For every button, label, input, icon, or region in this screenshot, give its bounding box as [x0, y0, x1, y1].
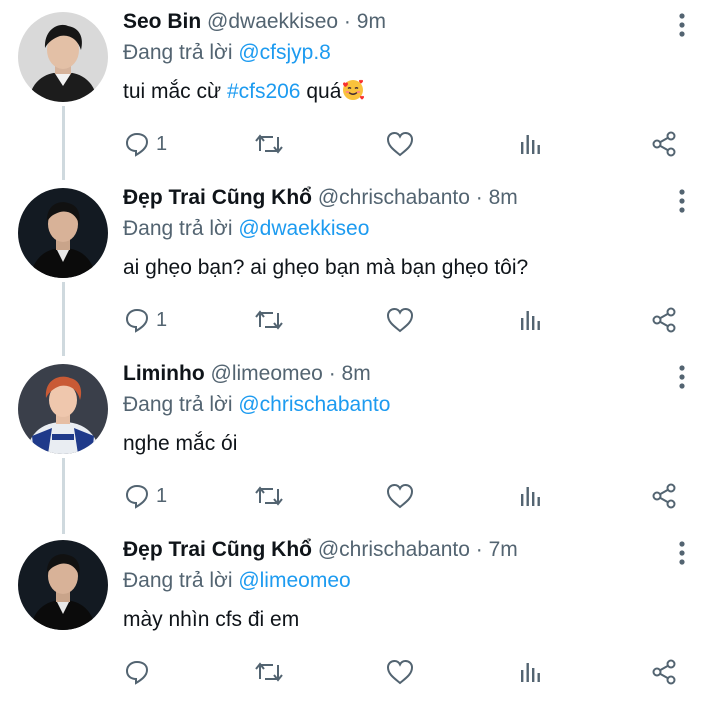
more-options-icon[interactable]: [672, 538, 692, 568]
analytics-icon: [521, 311, 540, 330]
tweet[interactable]: Đẹp Trai Cũng Khổ @chrischabanto · 7m Đa…: [0, 532, 720, 708]
replying-to-label: Đang trả lời: [123, 569, 233, 592]
replying-to-label: Đang trả lời: [123, 217, 233, 240]
tweet-text-part: quá: [306, 80, 342, 103]
mention-link[interactable]: @chrischabanto: [238, 393, 390, 416]
reply-icon: [125, 132, 149, 157]
analytics-button[interactable]: [519, 304, 543, 336]
user-handle[interactable]: @dwaekkiseo: [207, 10, 338, 33]
more-options-icon[interactable]: [672, 10, 692, 40]
tweet-text: nghe mắc ói: [123, 432, 238, 455]
reply-icon: [125, 660, 149, 685]
tweet-actions: 1: [0, 304, 720, 336]
retweet-button[interactable]: [254, 656, 284, 688]
like-button[interactable]: [386, 480, 414, 512]
mention-link[interactable]: @cfsjyp.8: [238, 41, 331, 64]
separator-dot: ·: [343, 10, 351, 33]
reply-button[interactable]: 1: [124, 128, 167, 160]
heart-icon: [386, 483, 414, 509]
tweet-actions: [0, 656, 720, 688]
timestamp[interactable]: 7m: [489, 538, 518, 561]
retweet-button[interactable]: [254, 128, 284, 160]
avatar[interactable]: [18, 364, 108, 454]
share-button[interactable]: [650, 304, 678, 336]
user-handle[interactable]: @chrischabanto: [318, 186, 470, 209]
replying-to: Đang trả lời @dwaekkiseo: [123, 214, 369, 244]
replying-to: Đang trả lời @limeomeo: [123, 566, 351, 596]
analytics-button[interactable]: [519, 128, 543, 160]
retweet-icon: [255, 662, 283, 682]
separator-dot: ·: [475, 186, 483, 209]
hashtag-link[interactable]: #cfs206: [227, 80, 301, 103]
separator-dot: ·: [475, 538, 483, 561]
retweet-icon: [255, 486, 283, 506]
tweet-text-part: tui mắc cừ: [123, 80, 222, 103]
avatar[interactable]: [18, 12, 108, 102]
replying-to: Đang trả lời @cfsjyp.8: [123, 38, 331, 68]
avatar[interactable]: [18, 540, 108, 630]
heart-icon: [386, 131, 414, 157]
share-icon: [652, 483, 676, 509]
separator-dot: ·: [328, 362, 336, 385]
tweet[interactable]: Liminho @limeomeo · 8m Đang trả lời @chr…: [0, 356, 720, 532]
mention-link[interactable]: @limeomeo: [238, 569, 350, 592]
replying-to: Đang trả lời @chrischabanto: [123, 390, 390, 420]
user-handle[interactable]: @chrischabanto: [318, 538, 470, 561]
share-button[interactable]: [650, 128, 678, 160]
like-button[interactable]: [386, 128, 414, 160]
reply-button[interactable]: 1: [124, 304, 167, 336]
analytics-button[interactable]: [519, 656, 543, 688]
avatar[interactable]: [18, 188, 108, 278]
display-name[interactable]: Liminho: [123, 362, 205, 385]
share-button[interactable]: [650, 480, 678, 512]
reply-icon: [125, 308, 149, 333]
timestamp[interactable]: 9m: [357, 10, 386, 33]
retweet-icon: [255, 134, 283, 154]
retweet-button[interactable]: [254, 480, 284, 512]
reply-button[interactable]: 1: [124, 480, 167, 512]
display-name[interactable]: Đẹp Trai Cũng Khổ: [123, 538, 312, 561]
analytics-icon: [521, 663, 540, 682]
share-icon: [652, 131, 676, 157]
like-button[interactable]: [386, 656, 414, 688]
smiling-face-with-hearts-emoji: [343, 79, 365, 100]
retweet-button[interactable]: [254, 304, 284, 336]
reply-count: 1: [156, 484, 168, 507]
share-icon: [652, 659, 676, 685]
like-button[interactable]: [386, 304, 414, 336]
display-name[interactable]: Đẹp Trai Cũng Khổ: [123, 186, 312, 209]
reply-button[interactable]: [124, 656, 156, 688]
tweet-actions: 1: [0, 128, 720, 160]
reply-count: 1: [156, 132, 168, 155]
tweet-text: ai ghẹo bạn? ai ghẹo bạn mà bạn ghẹo tôi…: [123, 256, 529, 279]
heart-icon: [386, 307, 414, 333]
reply-icon: [125, 484, 149, 509]
heart-icon: [386, 659, 414, 685]
tweet[interactable]: Đẹp Trai Cũng Khổ @chrischabanto · 8m Đa…: [0, 180, 720, 356]
tweet-text: tui mắc cừ #cfs206 quá: [123, 77, 365, 107]
replying-to-label: Đang trả lời: [123, 393, 233, 416]
analytics-icon: [521, 487, 540, 506]
replying-to-label: Đang trả lời: [123, 41, 233, 64]
tweet-actions: 1: [0, 480, 720, 512]
more-options-icon[interactable]: [672, 362, 692, 392]
user-handle[interactable]: @limeomeo: [211, 362, 323, 385]
tweet-text: mày nhìn cfs đi em: [123, 608, 300, 631]
timestamp[interactable]: 8m: [342, 362, 371, 385]
mention-link[interactable]: @dwaekkiseo: [238, 217, 369, 240]
reply-count: 1: [156, 308, 168, 331]
timestamp[interactable]: 8m: [489, 186, 518, 209]
share-icon: [652, 307, 676, 333]
analytics-button[interactable]: [519, 480, 543, 512]
more-options-icon[interactable]: [672, 186, 692, 216]
tweet[interactable]: Seo Bin @dwaekkiseo · 9m Đang trả lời @c…: [0, 4, 720, 180]
share-button[interactable]: [650, 656, 678, 688]
retweet-icon: [255, 310, 283, 330]
analytics-icon: [521, 135, 540, 154]
display-name[interactable]: Seo Bin: [123, 10, 201, 33]
